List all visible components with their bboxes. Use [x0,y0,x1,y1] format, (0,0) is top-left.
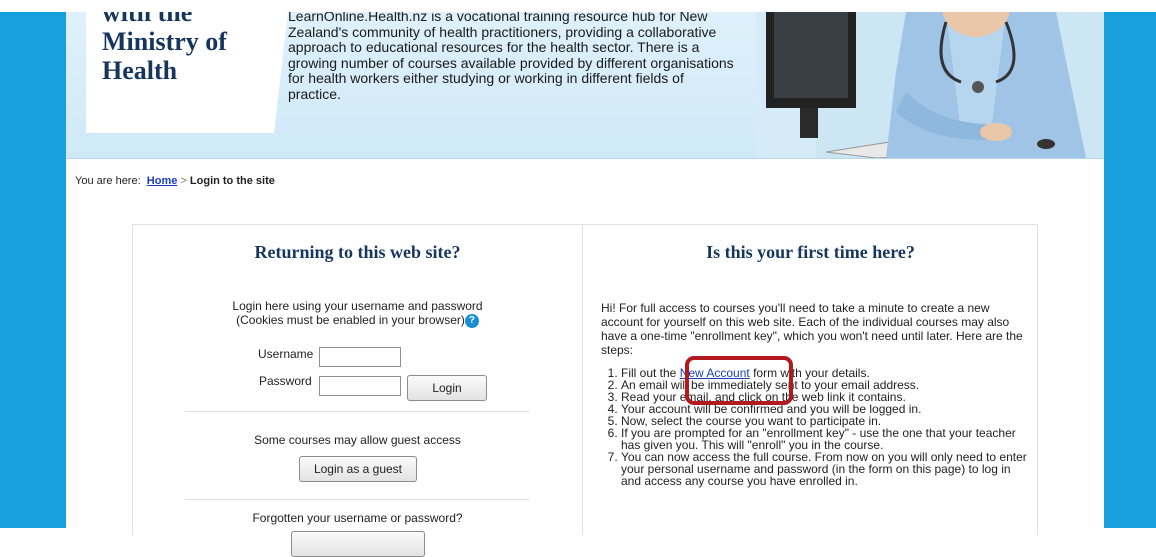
username-label: Username [258,347,314,361]
right-side-bar [1104,12,1156,528]
forgot-credentials-button[interactable] [291,531,425,557]
signup-steps: Fill out the New Account form with your … [601,367,1031,487]
site-logo-text: with the Ministry of Health [102,12,227,85]
brand-box-corner [274,12,288,133]
login-heading: Returning to this web site? [254,242,461,262]
signup-intro: Hi! For full access to courses you'll ne… [601,301,1023,357]
signup-heading: Is this your first time here? [706,242,915,262]
top-strip [0,0,1156,12]
login-panel: Returning to this web site? Login here u… [133,225,582,557]
guest-access-text: Some courses may allow guest access [254,433,461,447]
breadcrumb-current: Login to the site [189,175,275,187]
breadcrumb-separator: > [180,175,187,187]
highlight-annotation-box [685,356,793,405]
login-instructions-line1: Login here using your username and passw… [232,299,483,313]
forgot-credentials-text: Forgotten your username or password? [252,511,463,525]
site-intro-text: LearnOnline.Health.nz is a vocational tr… [288,12,734,102]
left-side-bar [0,12,66,528]
login-button[interactable]: Login [407,375,487,401]
password-input[interactable] [319,376,401,396]
divider [185,411,530,412]
cookies-note: (Cookies must be enabled in your browser… [236,313,465,327]
breadcrumb: You are here: Home > Login to the site [75,175,275,187]
login-as-guest-button[interactable]: Login as a guest [299,456,417,482]
list-item: If you are prompted for an "enrollment k… [621,427,1031,451]
help-icon[interactable]: ? [464,313,479,328]
divider [185,499,530,500]
password-label: Password [259,374,312,388]
breadcrumb-home-link[interactable]: Home [147,175,178,187]
login-instructions-line2: (Cookies must be enabled in your browser… [133,313,582,328]
list-item: You can now access the full course. From… [621,451,1031,487]
doctor-at-computer-photo [756,12,1104,158]
breadcrumb-prefix: You are here: [75,175,141,187]
header-banner: with the Ministry of Health LearnOnline.… [66,12,1104,159]
page-container: with the Ministry of Health LearnOnline.… [66,12,1104,557]
username-input[interactable] [319,347,401,367]
login-panels: Returning to this web site? Login here u… [132,224,1038,557]
signup-panel: Is this your first time here? Hi! For fu… [582,225,1038,535]
